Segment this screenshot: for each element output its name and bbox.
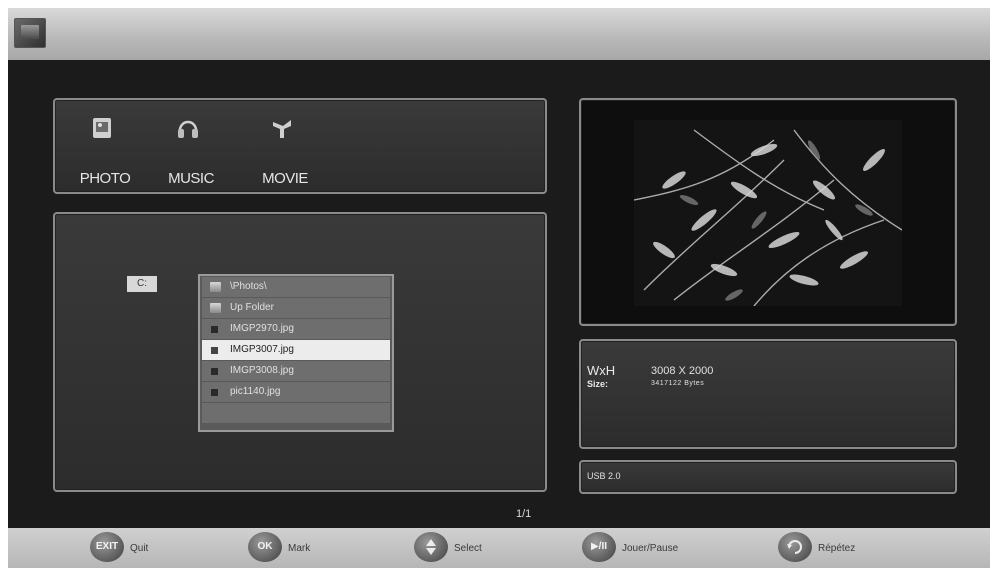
repeat-key-icon <box>778 532 812 562</box>
remote-help-bar: EXIT Quit OK Mark Select ▶/II Jouer/Paus… <box>8 528 990 568</box>
file-name: IMGP3007.jpg <box>230 344 294 355</box>
select-label: Select <box>454 543 482 554</box>
file-list: \Photos\ Up Folder IMGP2970.jpg IMGP3007… <box>198 274 394 432</box>
size-value: 3417122 Bytes <box>651 380 705 387</box>
play-pause-label: Jouer/Pause <box>622 543 679 554</box>
ok-key-icon: OK <box>248 532 282 562</box>
navigation-key-icon <box>414 532 448 562</box>
exit-label: Quit <box>130 543 149 554</box>
dimensions-value: 3008 X 2000 <box>651 365 714 377</box>
list-item-photos-folder[interactable]: \Photos\ <box>202 277 390 297</box>
page-indicator: 1/1 <box>516 508 532 520</box>
tab-music[interactable]: MUSIC <box>151 108 231 188</box>
headphones-icon <box>178 120 198 138</box>
tab-movie-label: MOVIE <box>262 170 308 187</box>
movie-icon <box>273 120 291 138</box>
file-icon <box>211 326 218 333</box>
preview-panel <box>579 98 957 326</box>
usb-media-icon <box>14 18 46 48</box>
tab-photo[interactable]: PHOTO <box>65 108 145 188</box>
file-name: Up Folder <box>230 302 274 313</box>
tab-photo-label: PHOTO <box>79 170 131 187</box>
media-player-screen: PHOTO MUSIC MOVIE C: \Photos\ Up Folder … <box>8 8 990 568</box>
drive-label[interactable]: C: <box>127 276 157 292</box>
list-item-up-folder[interactable]: Up Folder <box>202 298 390 318</box>
ok-label: Mark <box>288 543 311 554</box>
list-item-file[interactable]: IMGP3008.jpg <box>202 361 390 381</box>
device-panel: USB 2.0 <box>579 460 957 494</box>
file-name: pic1140.jpg <box>230 386 281 397</box>
title-bar <box>8 8 990 60</box>
media-type-panel: PHOTO MUSIC MOVIE <box>53 98 547 194</box>
file-browser-panel: C: \Photos\ Up Folder IMGP2970.jpg IMGP3… <box>53 212 547 492</box>
list-item-file[interactable]: IMGP2970.jpg <box>202 319 390 339</box>
tab-movie[interactable]: MOVIE <box>245 108 325 188</box>
list-item-empty <box>202 403 390 423</box>
tab-music-label: MUSIC <box>168 170 214 187</box>
photo-icon <box>93 118 111 138</box>
file-icon <box>211 347 218 354</box>
size-label: Size: <box>587 379 609 389</box>
repeat-label: Répétez <box>818 543 856 554</box>
folder-icon <box>210 282 221 292</box>
exit-key-icon: EXIT <box>90 532 124 562</box>
list-item-file-selected[interactable]: IMGP3007.jpg <box>202 340 390 360</box>
file-name: \Photos\ <box>230 281 267 292</box>
file-info-panel: WxH 3008 X 2000 Size: 3417122 Bytes <box>579 339 957 449</box>
file-name: IMGP3008.jpg <box>230 365 294 376</box>
play-pause-key-icon: ▶/II <box>582 532 616 562</box>
list-item-file[interactable]: pic1140.jpg <box>202 382 390 402</box>
photo-preview-image <box>634 120 902 306</box>
file-icon <box>211 389 218 396</box>
file-name: IMGP2970.jpg <box>230 323 294 334</box>
up-folder-icon <box>210 303 221 313</box>
file-icon <box>211 368 218 375</box>
device-label: USB 2.0 <box>587 471 621 481</box>
dimensions-label: WxH <box>587 363 616 378</box>
